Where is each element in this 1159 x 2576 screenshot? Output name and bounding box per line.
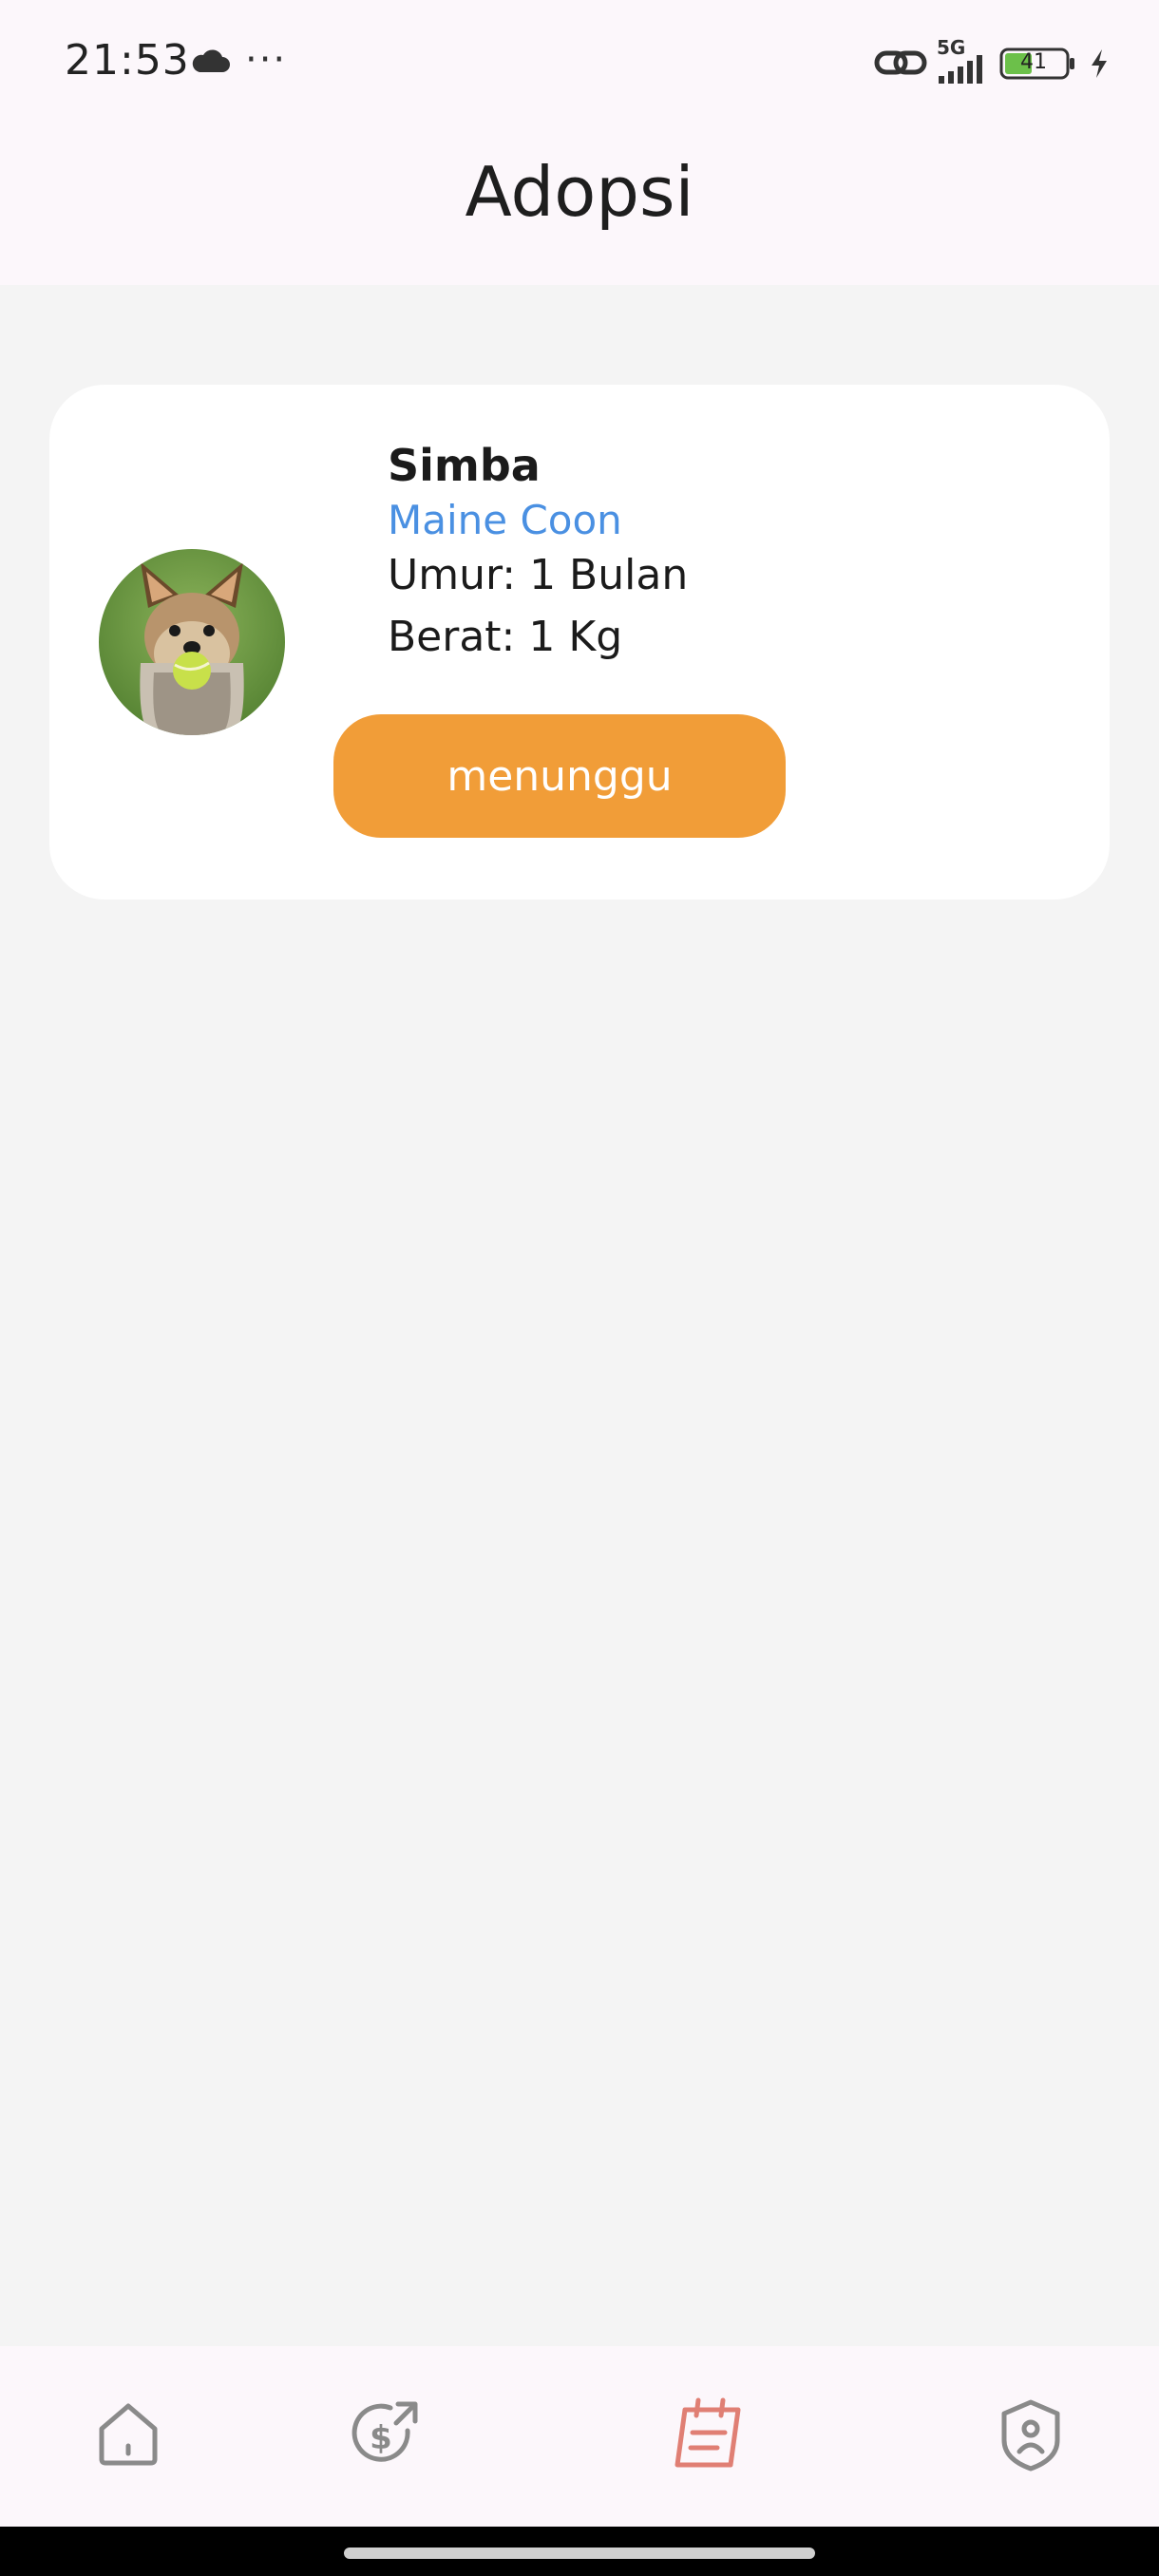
pet-weight: Berat: 1 Kg [388,613,623,661]
nav-adoption[interactable] [665,2394,750,2479]
nav-profile[interactable] [988,2394,1074,2479]
pet-age: Umur: 1 Bulan [388,551,689,599]
profile-icon [997,2396,1065,2476]
page-title: Adopsi [465,152,694,232]
top-app-bar: 21:53 ··· 5G 41 Adopsi [0,0,1159,285]
pet-breed: Maine Coon [388,497,622,543]
home-gesture-bar[interactable] [344,2548,815,2559]
home-icon [92,2398,164,2474]
link-icon [874,44,927,85]
bottom-navigation: $ [0,2346,1159,2527]
pet-photo [99,549,285,735]
adoption-calendar-icon [668,2395,748,2478]
system-gesture-area [0,2527,1159,2576]
nav-donation[interactable]: $ [344,2394,429,2479]
status-time: 21:53 [65,36,190,85]
more-notifications-icon: ··· [245,38,288,82]
charging-icon [1089,47,1110,84]
signal-icon [937,51,990,89]
svg-text:$: $ [370,2419,392,2457]
battery-icon: 41 [999,47,1077,80]
pet-name: Simba [388,440,541,491]
battery-level: 41 [1020,50,1047,74]
adoption-card[interactable]: Simba Maine Coon Umur: 1 Bulan Berat: 1 … [49,385,1110,900]
status-button[interactable]: menunggu [333,714,786,838]
status-icons: 5G 41 [874,36,1112,89]
nav-home[interactable] [86,2394,171,2479]
donation-icon: $ [349,2396,425,2476]
cloud-icon [190,49,230,78]
